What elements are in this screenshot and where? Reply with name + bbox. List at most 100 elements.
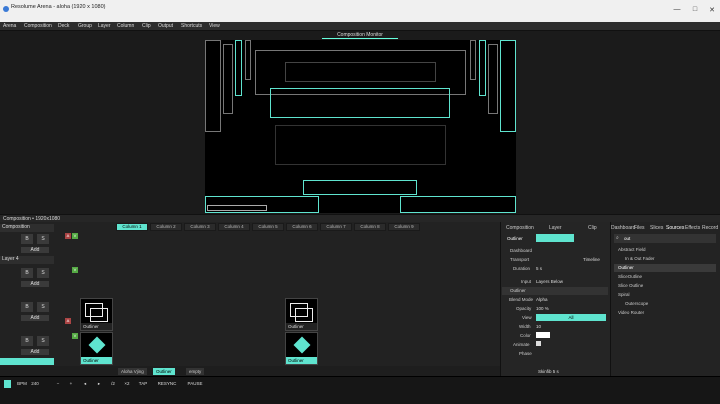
tab-sources[interactable]: Sources bbox=[666, 225, 684, 231]
tab-layer[interactable]: Layer bbox=[549, 225, 562, 231]
half-bpm-button[interactable]: /2 bbox=[109, 380, 117, 388]
composition-label[interactable]: Composition bbox=[0, 224, 54, 232]
layer-bypass-button[interactable]: B bbox=[20, 267, 34, 279]
pause-button[interactable]: PAUSE bbox=[186, 380, 204, 388]
column-header-4[interactable]: Column 4 bbox=[218, 223, 250, 231]
column-header-6[interactable]: Column 6 bbox=[286, 223, 318, 231]
resync-button[interactable]: RESYNC bbox=[157, 380, 177, 388]
nudge-forward-button[interactable]: ▸ bbox=[95, 380, 103, 388]
section-transport[interactable]: Transport bbox=[510, 257, 529, 262]
menu-group[interactable]: Group bbox=[78, 23, 92, 29]
layer-add-button[interactable]: Add bbox=[20, 348, 50, 356]
color-swatch[interactable] bbox=[536, 332, 550, 338]
outline-shape bbox=[235, 40, 242, 96]
clip-name[interactable]: Outliner bbox=[507, 236, 523, 241]
menu-output[interactable]: Output bbox=[158, 23, 173, 29]
search-box[interactable]: ⌕ out bbox=[614, 234, 716, 243]
bpm-plus-button[interactable]: + bbox=[67, 380, 75, 388]
deck-tab[interactable]: Aloha Vjing bbox=[118, 368, 147, 375]
blend-value[interactable]: Alpha bbox=[536, 297, 548, 302]
effect-item[interactable]: Video Router bbox=[618, 310, 644, 315]
panel-footer-value[interactable]: Skinfib 5 s bbox=[538, 369, 559, 374]
input-value[interactable]: Layers Below bbox=[536, 279, 563, 284]
mask-toggle[interactable]: A bbox=[65, 318, 71, 324]
column-header-3[interactable]: Column 3 bbox=[184, 223, 216, 231]
mask-toggle[interactable]: A bbox=[65, 233, 71, 239]
section-dashboard[interactable]: Dashboard bbox=[510, 248, 532, 253]
nudge-back-button[interactable]: ◂ bbox=[81, 380, 89, 388]
deck-tab-active[interactable]: Outliner bbox=[153, 368, 175, 375]
layer-bypass-button[interactable]: B bbox=[20, 301, 34, 313]
tab-effects[interactable]: Effects bbox=[685, 225, 700, 231]
search-input[interactable]: out bbox=[624, 236, 630, 241]
video-toggle[interactable]: V bbox=[72, 267, 78, 273]
layer-solo-button[interactable]: S bbox=[36, 267, 50, 279]
layer-add-button[interactable]: Add bbox=[20, 314, 50, 322]
menu-view[interactable]: View bbox=[209, 23, 220, 29]
tab-slices[interactable]: Slices bbox=[650, 225, 663, 231]
column-header-1[interactable]: Column 1 bbox=[116, 223, 148, 231]
effect-item[interactable]: Slice Outline bbox=[618, 283, 643, 288]
column-header-9[interactable]: Column 9 bbox=[388, 223, 420, 231]
column-header-8[interactable]: Column 8 bbox=[354, 223, 386, 231]
width-value[interactable]: 10 bbox=[536, 324, 541, 329]
tab-dashboard[interactable]: Dashboard bbox=[611, 225, 635, 231]
menu-composition[interactable]: Composition bbox=[24, 23, 52, 29]
tab-files[interactable]: Files bbox=[634, 225, 645, 231]
layer-label-4[interactable]: Layer 4 bbox=[0, 256, 54, 264]
view-value[interactable]: All bbox=[536, 314, 606, 321]
outline-shape bbox=[245, 40, 251, 80]
bpm-value[interactable]: 240 bbox=[29, 380, 41, 388]
column-header-7[interactable]: Column 7 bbox=[320, 223, 352, 231]
duration-value[interactable]: 5 s bbox=[536, 266, 542, 271]
close-button[interactable]: ✕ bbox=[707, 6, 717, 14]
tab-composition[interactable]: Composition bbox=[506, 225, 534, 231]
composition-monitor[interactable] bbox=[205, 40, 516, 213]
effect-item[interactable]: Outerscope bbox=[625, 301, 648, 306]
clip-outliner[interactable]: Outliner bbox=[80, 298, 113, 331]
minimize-button[interactable]: — bbox=[672, 6, 682, 13]
layer-bypass-button[interactable]: B bbox=[20, 335, 34, 347]
effect-item[interactable]: In & Out Fader bbox=[625, 256, 655, 261]
menu-clip[interactable]: Clip bbox=[142, 23, 151, 29]
menu-layer[interactable]: Layer bbox=[98, 23, 111, 29]
layer-label-1[interactable] bbox=[0, 358, 54, 365]
title-bar: Resolume Arena - aloha (1920 x 1080) — □… bbox=[0, 0, 720, 22]
menu-column[interactable]: Column bbox=[117, 23, 134, 29]
column-header-2[interactable]: Column 2 bbox=[150, 223, 182, 231]
clip-outliner[interactable]: Outliner bbox=[285, 332, 318, 365]
layer-add-button[interactable]: Add bbox=[20, 246, 50, 254]
effect-item[interactable]: Spiral bbox=[618, 292, 630, 297]
tab-record[interactable]: Record bbox=[702, 225, 718, 231]
tap-button[interactable]: TAP bbox=[137, 380, 149, 388]
video-toggle[interactable]: V bbox=[72, 233, 78, 239]
clip-outliner[interactable]: Outliner bbox=[285, 298, 318, 331]
layer-add-button[interactable]: Add bbox=[20, 280, 50, 288]
clip-outliner[interactable]: Outliner bbox=[80, 332, 113, 365]
phase-label: Phase bbox=[519, 351, 532, 356]
opacity-value[interactable]: 100 % bbox=[536, 306, 549, 311]
effect-item[interactable]: SliceOutline bbox=[618, 274, 642, 279]
monitor-label: Composition Monitor bbox=[322, 32, 398, 39]
animate-checkbox[interactable] bbox=[536, 341, 541, 346]
effect-item-selected[interactable]: Outliner bbox=[618, 265, 634, 270]
tab-clip[interactable]: Clip bbox=[588, 225, 597, 231]
layer-solo-button[interactable]: S bbox=[36, 233, 50, 245]
metronome-icon[interactable] bbox=[4, 380, 11, 388]
transport-mode[interactable]: Timeline bbox=[583, 257, 600, 262]
video-toggle[interactable]: V bbox=[72, 333, 78, 339]
bpm-minus-button[interactable]: − bbox=[54, 380, 62, 388]
menu-arena[interactable]: Arena bbox=[3, 23, 16, 29]
double-bpm-button[interactable]: ×2 bbox=[123, 380, 131, 388]
window-title: Resolume Arena - aloha (1920 x 1080) bbox=[11, 4, 106, 10]
effect-item[interactable]: Abstract Field bbox=[618, 247, 646, 252]
maximize-button[interactable]: □ bbox=[690, 6, 700, 13]
column-header-5[interactable]: Column 5 bbox=[252, 223, 284, 231]
deck-tab[interactable]: empty bbox=[186, 368, 205, 375]
layer-bypass-button[interactable]: B bbox=[20, 233, 34, 245]
layer-solo-button[interactable]: S bbox=[36, 301, 50, 313]
section-effect[interactable]: Outliner bbox=[510, 288, 526, 293]
menu-deck[interactable]: Deck bbox=[58, 23, 69, 29]
menu-shortcuts[interactable]: Shortcuts bbox=[181, 23, 202, 29]
layer-solo-button[interactable]: S bbox=[36, 335, 50, 347]
